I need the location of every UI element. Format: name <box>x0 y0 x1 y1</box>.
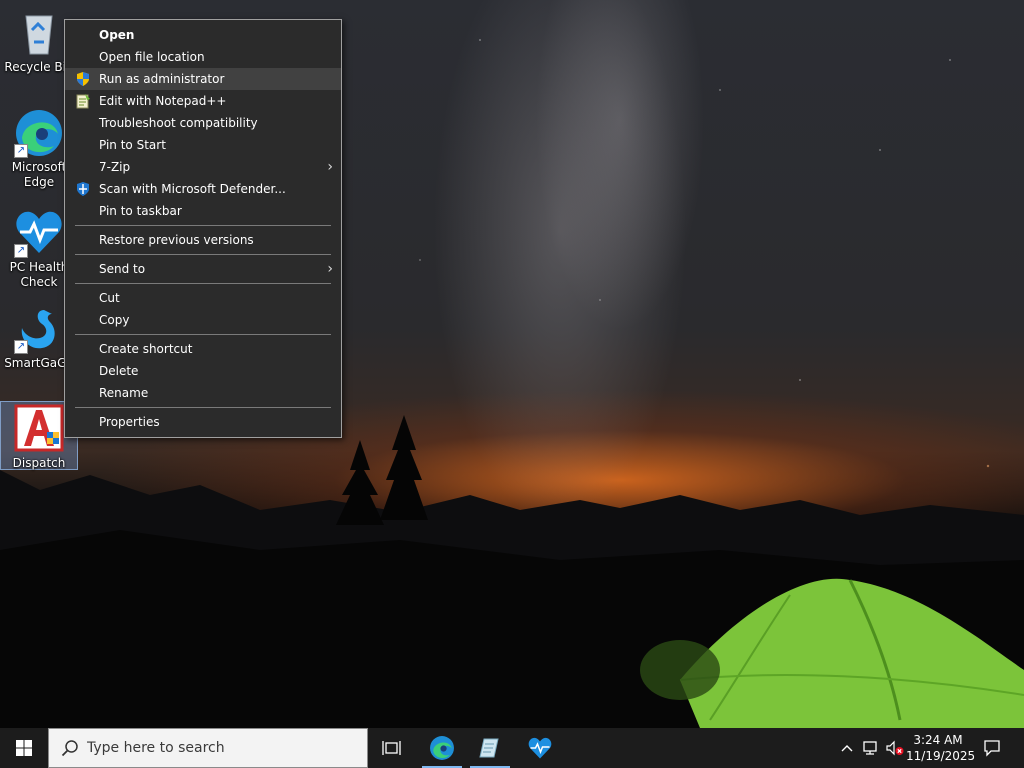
menu-item-restore-previous-versions[interactable]: Restore previous versions <box>65 229 341 251</box>
menu-item-send-to[interactable]: Send to › <box>65 258 341 280</box>
network-icon <box>863 741 877 755</box>
context-menu: Open Open file location Run as administr… <box>64 19 342 438</box>
uac-shield-icon <box>75 71 91 87</box>
menu-item-cut[interactable]: Cut <box>65 287 341 309</box>
menu-item-run-as-administrator[interactable]: Run as administrator <box>65 68 341 90</box>
menu-separator <box>75 334 331 335</box>
shortcut-arrow-icon: ↗ <box>14 340 28 354</box>
windows-logo-icon <box>16 740 32 756</box>
notepad-plus-plus-icon <box>75 93 91 109</box>
menu-item-troubleshoot-compatibility[interactable]: Troubleshoot compatibility <box>65 112 341 134</box>
chevron-up-icon <box>841 745 853 752</box>
menu-item-7-zip[interactable]: 7-Zip › <box>65 156 341 178</box>
taskbar-app-edge[interactable] <box>418 728 466 768</box>
menu-separator <box>75 225 331 226</box>
shortcut-arrow-icon: ↗ <box>14 244 28 258</box>
task-view-icon <box>382 741 401 755</box>
chevron-right-icon: › <box>327 261 333 277</box>
start-button[interactable] <box>0 728 48 768</box>
recycle-bin-icon <box>14 8 64 58</box>
menu-item-copy[interactable]: Copy <box>65 309 341 331</box>
clock-time: 3:24 AM <box>913 733 963 747</box>
taskbar-app-pc-health[interactable] <box>516 728 564 768</box>
shortcut-arrow-icon: ↗ <box>14 144 28 158</box>
edge-icon <box>430 736 454 760</box>
volume-tray-button[interactable] <box>884 728 906 768</box>
menu-item-rename[interactable]: Rename <box>65 382 341 404</box>
dispatch-app-icon <box>14 404 64 454</box>
chevron-right-icon: › <box>327 159 333 175</box>
menu-item-pin-to-start[interactable]: Pin to Start <box>65 134 341 156</box>
taskbar-app-notes[interactable] <box>466 728 514 768</box>
menu-item-pin-to-taskbar[interactable]: Pin to taskbar <box>65 200 341 222</box>
pc-health-icon <box>528 737 552 759</box>
edge-icon: ↗ <box>14 108 64 158</box>
notes-icon <box>479 738 499 758</box>
search-icon <box>61 740 78 757</box>
desktop[interactable]: Recycle Bin ↗ Microsoft Edge ↗ PC Health… <box>0 0 1024 728</box>
defender-shield-icon <box>75 181 91 197</box>
menu-separator <box>75 407 331 408</box>
desktop-icon-label: Dispatch <box>12 456 66 470</box>
volume-muted-icon <box>886 740 904 756</box>
search-input[interactable] <box>85 739 349 757</box>
pc-health-icon: ↗ <box>14 208 64 258</box>
swan-icon: ↗ <box>14 304 64 354</box>
notification-icon <box>984 740 1000 757</box>
task-view-button[interactable] <box>368 728 416 768</box>
menu-item-open[interactable]: Open <box>65 24 341 46</box>
menu-item-create-shortcut[interactable]: Create shortcut <box>65 338 341 360</box>
menu-item-open-file-location[interactable]: Open file location <box>65 46 341 68</box>
menu-item-properties[interactable]: Properties <box>65 411 341 433</box>
menu-separator <box>75 283 331 284</box>
action-center-button[interactable] <box>976 728 1008 768</box>
menu-item-scan-with-microsoft-defender[interactable]: Scan with Microsoft Defender... <box>65 178 341 200</box>
show-hidden-icons-button[interactable] <box>836 728 858 768</box>
clock-date: 11/19/2025 <box>906 749 976 763</box>
taskbar-search-box[interactable] <box>48 728 368 768</box>
menu-separator <box>75 254 331 255</box>
taskbar: 3:24 AM 11/19/2025 <box>0 728 1024 768</box>
taskbar-clock[interactable]: 3:24 AM 11/19/2025 <box>906 728 976 768</box>
menu-item-edit-with-notepad-plus-plus[interactable]: Edit with Notepad++ <box>65 90 341 112</box>
network-tray-button[interactable] <box>860 728 882 768</box>
menu-item-delete[interactable]: Delete <box>65 360 341 382</box>
wallpaper-tent <box>640 578 1024 728</box>
